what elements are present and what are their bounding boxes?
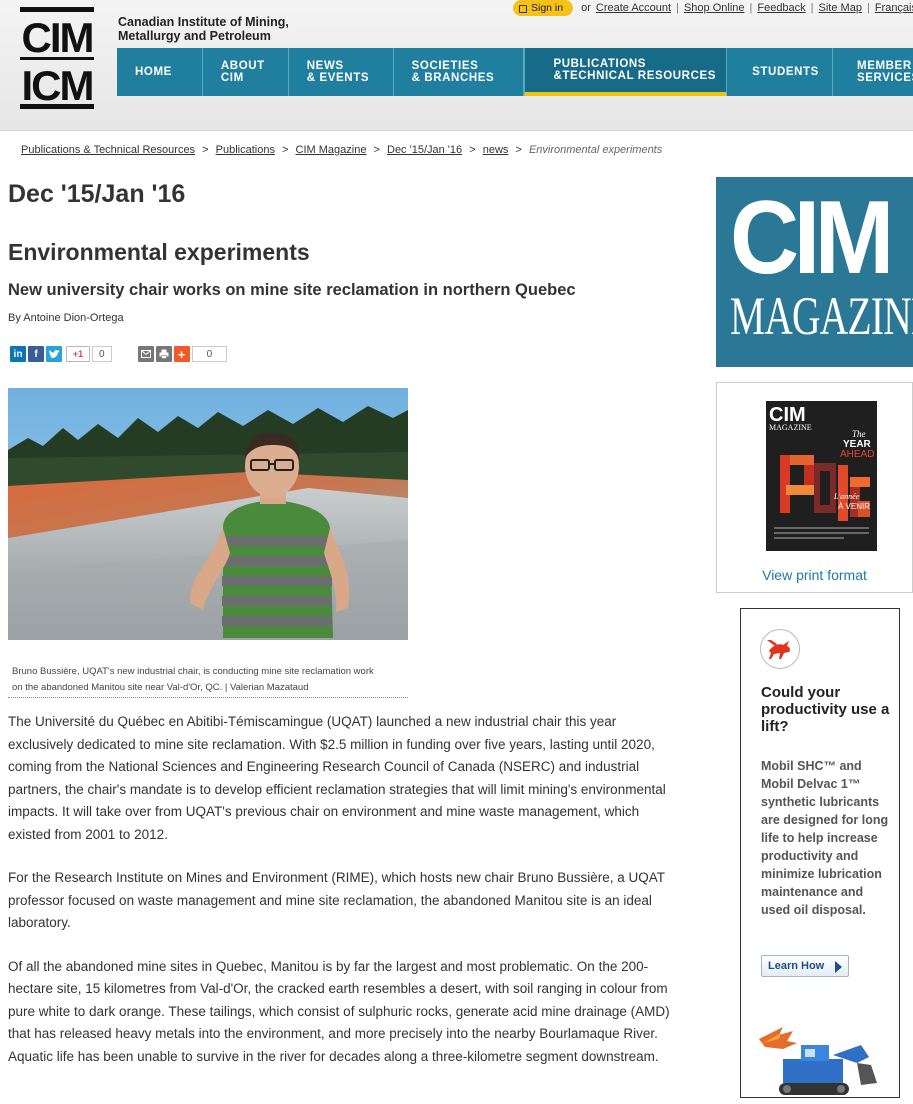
article-subtitle: New university chair works on mine site … bbox=[8, 281, 576, 299]
caption-line1: Bruno Bussière, UQAT's new industrial ch… bbox=[12, 666, 374, 677]
sign-in-label: Sign in bbox=[530, 2, 564, 14]
issue-title: Dec '15/Jan '16 bbox=[8, 180, 186, 208]
sign-in-button[interactable]: Sign in bbox=[512, 0, 574, 16]
byline: By Antoine Dion-Ortega bbox=[8, 312, 124, 324]
nav-students[interactable]: STUDENTS bbox=[727, 48, 834, 96]
breadcrumb-news[interactable]: news bbox=[483, 144, 509, 156]
org-name-line1: Canadian Institute of Mining, bbox=[118, 15, 289, 29]
nav-member-services[interactable]: MEMBERSERVICES bbox=[833, 48, 913, 96]
print-format-panel: CIM MAGAZINE The YEAR AHEAD L'année À VE… bbox=[716, 382, 913, 593]
lock-icon bbox=[518, 5, 527, 13]
linkedin-icon[interactable]: in bbox=[10, 346, 26, 362]
facebook-icon[interactable]: f bbox=[28, 346, 44, 362]
article-photo bbox=[8, 388, 408, 640]
breadcrumb-cim-magazine[interactable]: CIM Magazine bbox=[296, 144, 367, 156]
ad-headline: Could your productivity use a lift? bbox=[761, 684, 890, 735]
paragraph: For the Research Institute on Mines and … bbox=[8, 870, 665, 930]
nav-societies-branches[interactable]: SOCIETIES & BRANCHES bbox=[394, 48, 525, 96]
breadcrumb-publications-technical-resources[interactable]: Publications & Technical Resources bbox=[21, 144, 195, 156]
utility-bar: Sign in or Create Account | Shop Online … bbox=[512, 0, 913, 16]
breadcrumb-issue[interactable]: Dec '15/Jan '16 bbox=[387, 144, 462, 156]
paragraph: The Université du Québec en Abitibi-Témi… bbox=[8, 714, 666, 842]
svg-text:AHEAD: AHEAD bbox=[840, 449, 874, 460]
google-plus-button[interactable]: +1 bbox=[66, 346, 90, 362]
learn-how-button[interactable]: Learn How bbox=[761, 955, 850, 977]
francais-link[interactable]: Français bbox=[875, 2, 913, 14]
svg-text:ICM: ICM bbox=[22, 62, 93, 109]
svg-text:MAGAZINE: MAGAZINE bbox=[769, 423, 812, 432]
svg-text:CIM: CIM bbox=[22, 14, 93, 61]
breadcrumb-current: Environmental experiments bbox=[528, 144, 663, 156]
view-print-format-link[interactable]: View print format bbox=[717, 567, 912, 583]
breadcrumb: Publications & Technical Resources > Pub… bbox=[21, 144, 663, 156]
photo-caption: Bruno Bussière, UQAT's new industrial ch… bbox=[8, 664, 408, 698]
cim-icm-logo[interactable]: CIM ICM bbox=[20, 7, 95, 109]
feedback-link[interactable]: Feedback bbox=[757, 2, 805, 14]
article-body: The Université du Québec en Abitibi-Témi… bbox=[8, 711, 678, 1089]
pegasus-icon bbox=[760, 629, 800, 669]
nav-about-cim[interactable]: ABOUT CIM bbox=[203, 48, 289, 96]
cim-magazine-logo[interactable]: CIM MAGAZINE bbox=[716, 177, 913, 367]
play-arrow-icon bbox=[835, 961, 843, 973]
or-text: or bbox=[581, 2, 591, 14]
twitter-icon[interactable] bbox=[46, 346, 62, 362]
article-title: Environmental experiments bbox=[8, 239, 310, 265]
paragraph: Of all the abandoned mine sites in Quebe… bbox=[8, 958, 670, 1064]
email-icon[interactable] bbox=[137, 346, 154, 362]
magazine-cover[interactable]: CIM MAGAZINE The YEAR AHEAD L'année À VE… bbox=[766, 401, 877, 551]
share-bar: in f +1 0 + 0 bbox=[10, 346, 228, 362]
org-name-line2: Metallurgy and Petroleum bbox=[118, 29, 271, 43]
svg-text:À VENIR: À VENIR bbox=[838, 502, 870, 511]
nav-news-events[interactable]: NEWS & EVENTS bbox=[289, 48, 394, 96]
share-count: 0 bbox=[191, 346, 228, 362]
google-plus-count: 0 bbox=[92, 346, 112, 362]
print-icon[interactable] bbox=[155, 346, 172, 362]
advertisement[interactable]: Could your productivity use a lift? Mobi… bbox=[740, 608, 900, 1098]
nav-publications-technical-resources[interactable]: PUBLICATIONS &TECHNICAL RESOURCES bbox=[524, 48, 728, 96]
add-share-icon[interactable]: + bbox=[173, 346, 190, 362]
create-account-link[interactable]: Create Account bbox=[596, 2, 671, 14]
caption-line2: on the abandoned Manitou site near Val-d… bbox=[12, 682, 309, 693]
organization-name: Canadian Institute of Mining, Metallurgy… bbox=[118, 15, 289, 43]
ad-body: Mobil SHC™ and Mobil Delvac 1™ synthetic… bbox=[761, 759, 889, 917]
svg-text:The: The bbox=[852, 429, 866, 439]
nav-home[interactable]: HOME bbox=[117, 48, 203, 96]
site-map-link[interactable]: Site Map bbox=[819, 2, 862, 14]
breadcrumb-publications[interactable]: Publications bbox=[216, 144, 275, 156]
svg-text:L'année: L'année bbox=[833, 492, 860, 501]
site-header: CIM ICM Canadian Institute of Mining, Me… bbox=[0, 0, 913, 131]
excavator-icon bbox=[753, 1019, 883, 1099]
shop-online-link[interactable]: Shop Online bbox=[684, 2, 745, 14]
main-nav: HOME ABOUT CIM NEWS & EVENTS SOCIETIES & BR… bbox=[117, 48, 913, 96]
